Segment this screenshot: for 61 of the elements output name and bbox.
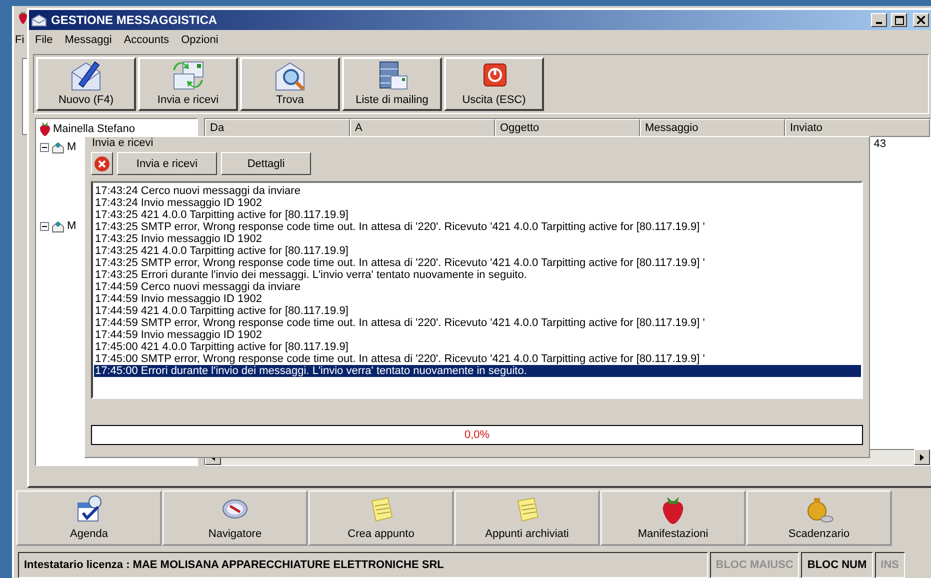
log-line[interactable]: 17:43:25 SMTP error, Wrong response code time out. In attesa di '220'. Ricevuto '421 4.0.0 Tarpitting active for [80.117.19.9] ': [94, 257, 861, 270]
log-line[interactable]: 17:43:25 421 4.0.0 Tarpitting active for [80.117.19.9]: [94, 209, 861, 222]
menu-item[interactable]: Accounts: [124, 34, 170, 46]
dialog-button[interactable]: Invia e ricevi: [117, 152, 217, 176]
log-line[interactable]: 17:43:25 421 4.0.0 Tarpitting active for [80.117.19.9]: [94, 245, 861, 258]
key-indicator: INS: [874, 552, 905, 578]
envelope-icon: [31, 14, 47, 26]
mailbox-icon: [51, 220, 65, 232]
toolbar-button[interactable]: Appunti archiviati: [454, 490, 600, 546]
mailbox-icon: [51, 140, 65, 154]
toolbar-button[interactable]: Manifestazioni: [600, 490, 746, 546]
toolbar-button[interactable]: Trova: [240, 57, 340, 111]
stop-button[interactable]: [91, 152, 113, 176]
toolbar-button[interactable]: Crea appunto: [308, 490, 454, 546]
tree-item[interactable]: M: [67, 220, 76, 232]
log-line[interactable]: 17:44:59 421 4.0.0 Tarpitting active for [80.117.19.9]: [94, 305, 861, 318]
tree-item[interactable]: Mainella Stefano: [53, 123, 135, 135]
toolbar-button[interactable]: Liste di mailing: [342, 57, 442, 111]
envelope-pen-icon: [69, 60, 103, 92]
tree-item[interactable]: M: [67, 141, 76, 153]
right-arrow-icon[interactable]: [920, 454, 924, 460]
envelope-magnifier-icon: [273, 60, 307, 92]
menu-item[interactable]: File: [35, 34, 53, 46]
log-line[interactable]: 17:44:59 Cerco nuovi messaggi da inviare: [94, 281, 861, 294]
log-line[interactable]: 17:45:00 SMTP error, Wrong response code time out. In attesa di '220'. Ricevuto '421 4.0.0 Tarpitting active for [80.117.19.9] ': [94, 353, 861, 366]
collapse-icon[interactable]: [40, 142, 49, 152]
menu-item[interactable]: Opzioni: [181, 34, 218, 46]
close-icon: [917, 16, 925, 24]
group-title: Invia e ricevi: [91, 137, 154, 150]
progress-reading: 0,0%: [464, 428, 490, 441]
strawberry-icon: [39, 122, 51, 136]
envelopes-arrows-icon: [171, 60, 205, 92]
maximize-button[interactable]: [891, 13, 907, 27]
log-line[interactable]: 17:43:25 Invio messaggio ID 1902: [94, 233, 861, 246]
strawberry-icon: [18, 10, 28, 24]
toolbar-button[interactable]: Invia e ricevi: [138, 57, 238, 111]
log-line[interactable]: 17:43:25 SMTP error, Wrong response code time out. In attesa di '220'. Ricevuto '421 4.0.0 Tarpitting active for [80.117.19.9] ': [94, 221, 861, 234]
log-line[interactable]: 17:43:24 Cerco nuovi messaggi da inviare: [94, 185, 861, 198]
toolbar-button[interactable]: Scadenzario: [746, 490, 892, 546]
table-cell: 43: [874, 137, 886, 151]
key-indicator: BLOC MAIUSC: [710, 552, 800, 578]
maximize-icon: [894, 16, 904, 24]
toolbar-button[interactable]: Nuovo (F4): [36, 57, 136, 111]
close-button[interactable]: [913, 13, 929, 27]
menu-item[interactable]: Fi: [15, 34, 24, 46]
log-line[interactable]: 17:44:59 Invio messaggio ID 1902: [94, 329, 861, 342]
toolbar-button[interactable]: Uscita (ESC): [444, 57, 544, 111]
minimize-button[interactable]: [871, 13, 887, 27]
log-line[interactable]: 17:43:25 Errori durante l'invio dei messaggi. L'invio verra' tentato nuovamente in seguito.: [94, 269, 861, 282]
toolbar-button[interactable]: Agenda: [16, 490, 162, 546]
collapse-icon[interactable]: [40, 222, 49, 230]
key-indicator: BLOC NUM: [801, 552, 873, 578]
menu-item[interactable]: Messaggi: [64, 34, 112, 46]
log-line[interactable]: 17:44:59 Invio messaggio ID 1902: [94, 293, 861, 306]
window-title: GESTIONE MESSAGGISTICA: [51, 13, 218, 27]
dialog-button[interactable]: Dettagli: [221, 152, 311, 176]
log-line[interactable]: 17:44:59 SMTP error, Wrong response code time out. In attesa di '220'. Ricevuto '421 4.0.0 Tarpitting active for [80.117.19.9] ': [94, 317, 861, 330]
log-line[interactable]: 17:45:00 421 4.0.0 Tarpitting active for [80.117.19.9]: [94, 341, 861, 354]
log-line[interactable]: 17:43:24 Invio messaggio ID 1902: [94, 197, 861, 210]
toolbar-button[interactable]: Navigatore: [162, 490, 308, 546]
license-status: Intestatario licenza : MAE MOLISANA APPARECCHIATURE ELETTRONICHE SRL: [18, 552, 708, 578]
